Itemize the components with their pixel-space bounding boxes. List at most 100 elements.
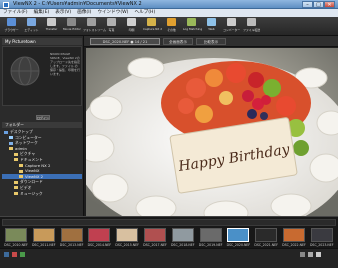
- tag-icon[interactable]: [20, 252, 25, 257]
- thumbnail[interactable]: DSC_2015.NEF: [114, 228, 140, 248]
- photostream-icon: [87, 18, 96, 26]
- menu-item[interactable]: ヘルプ(H): [131, 9, 158, 17]
- thumbnail-caption: DSC_2013.NEF: [59, 243, 84, 247]
- thumbnail[interactable]: DSC_2018.NEF: [170, 228, 196, 248]
- folder-icon: [14, 192, 18, 196]
- panel-tab-title[interactable]: My Picturetown: [2, 38, 82, 45]
- thumbnail-image: [227, 228, 250, 242]
- thumbnail-image: [310, 228, 333, 242]
- tree-item-label: ネットワーク: [15, 140, 38, 146]
- thumbnail[interactable]: DSC_2019.NEF: [198, 228, 224, 248]
- menu-item[interactable]: ウインドウ(W): [94, 9, 131, 17]
- strip-toolbar: [2, 219, 336, 226]
- print-icon: [127, 18, 136, 26]
- folder-icon: [9, 147, 13, 151]
- info-text: NIKON IMAGE SPACE、ViewNX 2のアップロード先を指定します…: [50, 52, 81, 76]
- thumbnail-image: [5, 228, 27, 242]
- toolbar-button[interactable]: ブラウザー: [2, 18, 21, 35]
- folder-icon: [14, 186, 18, 190]
- thumbnail[interactable]: DSC_2017.NEF: [142, 228, 168, 248]
- transfer-icon: [47, 18, 56, 26]
- folder-icon: [19, 164, 23, 168]
- toolbar-label: 写真: [108, 28, 115, 32]
- thumbnail-caption: DSC_2017.NEF: [143, 243, 167, 247]
- thumbnail-strip: DSC_2010.NEF DSC_2011.NEF DSC_2013.NEF DSC_…: [0, 216, 338, 248]
- thumbnail-caption: DSC_2021.NEF: [254, 243, 279, 247]
- toolbar-button[interactable]: Movie Editor: [62, 18, 81, 35]
- title-bar: ViewNX 2 - C:¥Users¥admin¥Documents¥View…: [0, 0, 338, 9]
- thumbnail[interactable]: DSC_2022.NEF: [281, 228, 307, 248]
- thumbnail[interactable]: DSC_2014.NEF: [86, 228, 112, 248]
- folder-icon: [9, 141, 13, 145]
- toolbar-label: Web: [208, 27, 215, 31]
- folder-icon: [4, 130, 8, 134]
- folder-tree-title: フォルダー: [2, 122, 82, 128]
- menu-item[interactable]: ファイル(F): [0, 9, 31, 17]
- zoom-in-icon[interactable]: [308, 252, 313, 257]
- zoom-out-icon[interactable]: [300, 252, 305, 257]
- toolbar-button[interactable]: エディット: [22, 18, 41, 35]
- minimize-button[interactable]: –: [302, 1, 313, 8]
- thumbnail[interactable]: DSC_2020.NEF: [225, 228, 251, 248]
- tree-item-label: ダウンロード: [20, 179, 43, 185]
- thumbnail-image: [116, 228, 139, 242]
- menu-item[interactable]: 表示(V): [52, 9, 74, 17]
- toolbar-button[interactable]: Capture NX 2: [142, 18, 163, 35]
- status-bar: [0, 248, 338, 268]
- toolbar-button[interactable]: コンバーター: [222, 18, 241, 35]
- toolbar-button[interactable]: ファイル転送: [242, 18, 261, 35]
- login-button[interactable]: ログイン: [36, 115, 50, 120]
- browser-icon: [7, 18, 16, 26]
- toolbar-label: ファイル転送: [242, 28, 261, 32]
- tree-item-label: デスクトップ: [10, 129, 33, 134]
- close-button[interactable]: ✕: [324, 1, 335, 8]
- converter-icon: [227, 18, 236, 26]
- tree-item-label: ピクチャ: [20, 151, 36, 157]
- toolbar-button[interactable]: フォトストリーム: [82, 18, 106, 35]
- thumbnail-image: [60, 228, 83, 242]
- thumbnail[interactable]: DSC_2010.NEF: [3, 228, 29, 248]
- rating-icon[interactable]: [4, 252, 9, 257]
- toolbar-button[interactable]: Log Matching: [182, 18, 202, 35]
- toolbar-label: その他: [167, 28, 176, 32]
- fit-icon[interactable]: [316, 252, 321, 257]
- menu-item[interactable]: 編集(E): [31, 9, 53, 17]
- menu-bar: ファイル(F) 編集(E) 表示(V) 画像(I) ウインドウ(W) ヘルプ(H): [0, 9, 338, 17]
- tree-item-label: ミュージック: [20, 190, 43, 196]
- tree-item[interactable]: ミュージック: [2, 191, 82, 197]
- toolbar-label: Capture NX 2: [142, 27, 163, 31]
- view-tab[interactable]: 全画面表示: [163, 38, 193, 45]
- toolbar-button[interactable]: 写真: [102, 18, 121, 35]
- thumbnail-image: [171, 228, 194, 242]
- label-icon[interactable]: [12, 252, 17, 257]
- thumbnail-caption: DSC_2015.NEF: [115, 243, 140, 247]
- toolbar-label: エディット: [24, 28, 39, 32]
- photo-icon: [107, 18, 116, 26]
- thumbnail-image: [199, 228, 222, 242]
- folder-icon: [19, 175, 23, 179]
- image-viewer[interactable]: Happy Birthday: [86, 48, 338, 216]
- thumbnail-image: [255, 228, 278, 242]
- folder-icon: [14, 180, 18, 184]
- capture-nx-icon: [147, 18, 156, 26]
- toolbar-label: フォトストリーム: [82, 28, 106, 32]
- folder-tree: デスクトップ コンピューター ネットワーク admin ピクチャ ドキュメント Captur…: [2, 129, 82, 196]
- thumbnail[interactable]: DSC_2011.NEF: [31, 228, 57, 248]
- thumbnail[interactable]: DSC_2023.NEF: [309, 228, 335, 248]
- thumbnail-caption: DSC_2019.NEF: [198, 243, 223, 247]
- toolbar-button[interactable]: Web: [202, 18, 221, 35]
- menu-item[interactable]: 画像(I): [74, 9, 94, 17]
- toolbar-button[interactable]: 印刷: [122, 18, 141, 35]
- thumbnail-caption: DSC_2020.NEF: [226, 243, 251, 247]
- view-tab[interactable]: 比較表示: [196, 38, 226, 45]
- toolbar-button[interactable]: その他: [162, 18, 181, 35]
- thumbnail-caption: DSC_2018.NEF: [170, 243, 195, 247]
- toolbar-button[interactable]: Transfer: [42, 18, 61, 35]
- view-tab[interactable]: DSC_2020.NEF ● 14 / 21: [90, 38, 160, 45]
- thumbnail[interactable]: DSC_2021.NEF: [253, 228, 279, 248]
- thumbnail-image: [144, 228, 166, 242]
- thumbnail[interactable]: DSC_2013.NEF: [59, 228, 85, 248]
- maximize-button[interactable]: □: [313, 1, 324, 8]
- toolbar-label: 印刷: [128, 28, 135, 32]
- log-matching-icon: [187, 18, 196, 26]
